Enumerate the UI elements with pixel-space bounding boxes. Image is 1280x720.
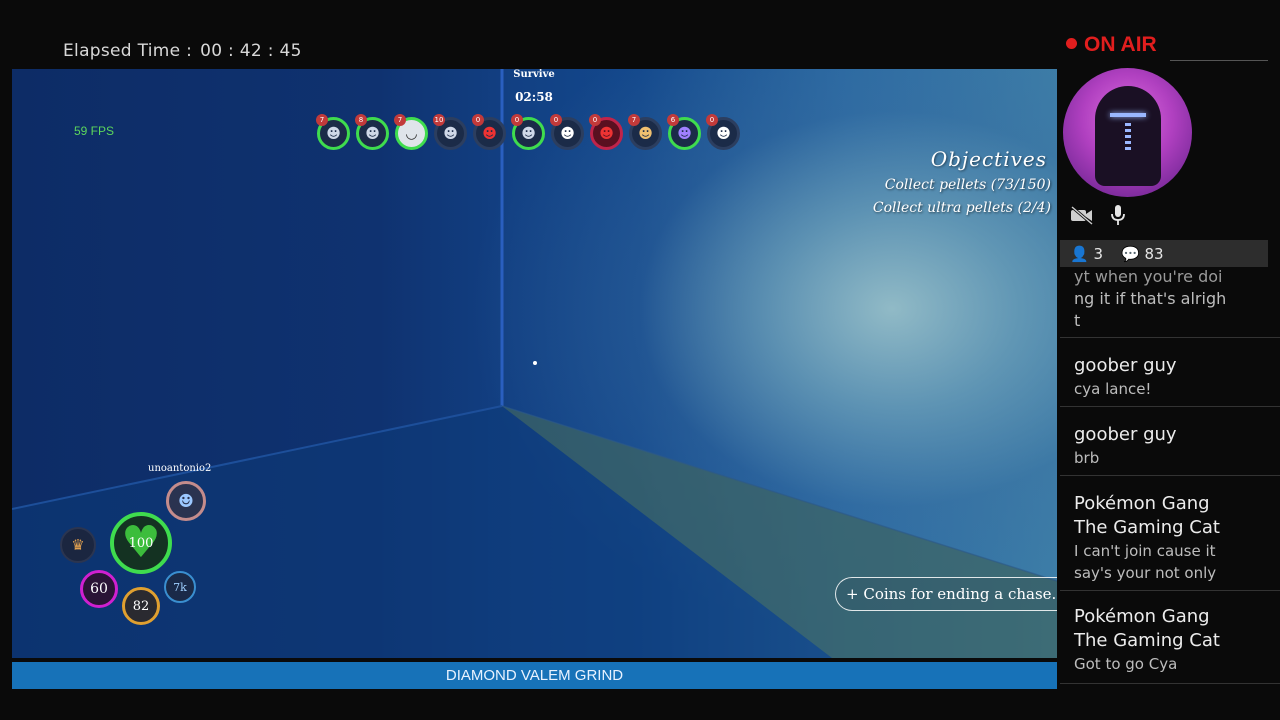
coins-toast: + Coins for ending a chase.	[835, 577, 1057, 611]
player-avatar: ☻ 8	[355, 114, 389, 150]
visor-glow	[1110, 113, 1146, 117]
chat-message: goober guy cya lance!	[1060, 338, 1280, 407]
player-avatar: ☻ 7	[316, 114, 350, 150]
elapsed-time-label: Elapsed Time :	[63, 41, 193, 61]
chat-message: yt when you're doi ng it if that's alrig…	[1060, 268, 1280, 338]
player-avatar: ☻ 6	[667, 114, 701, 150]
player-level-badge: 0	[550, 114, 562, 126]
player-level-badge: 10	[433, 114, 445, 126]
chat-text: t	[1074, 311, 1081, 330]
stream-stats: 👤 3 💬 83	[1060, 240, 1268, 267]
comment-count-value: 83	[1144, 244, 1164, 263]
crown-icon: ♛	[60, 527, 96, 563]
player-avatar: ☻ 0	[589, 114, 623, 150]
on-air-indicator: ON AIR	[1066, 33, 1157, 57]
player-level-badge: 6	[667, 114, 679, 126]
chat-text: I can't join cause it	[1074, 542, 1216, 560]
player-level-badge: 7	[628, 114, 640, 126]
player-level-badge: 0	[511, 114, 523, 126]
person-icon: 👤	[1070, 244, 1089, 263]
player-avatar: ◡ 7	[394, 114, 428, 150]
fps-counter: 59 FPS	[74, 124, 115, 138]
streamer-avatar	[1063, 68, 1192, 197]
chat-text: say's your not only	[1074, 564, 1217, 582]
player-level-badge: 0	[589, 114, 601, 126]
broadcast-sidebar: ON AIR 👤 3 💬 83 yt when you're doi ng it…	[1060, 0, 1280, 720]
microphone-icon[interactable]	[1110, 204, 1126, 226]
player-level-badge: 7	[316, 114, 328, 126]
player-level-badge: 7	[394, 114, 406, 126]
chat-text: cya lance!	[1074, 380, 1152, 398]
energy-value: 82	[132, 598, 150, 614]
player-level-badge: 0	[472, 114, 484, 126]
elapsed-time: Elapsed Time : 00 : 42 : 45	[63, 41, 302, 61]
stamina-stat: 60	[80, 570, 118, 608]
player-avatar: ☻ 0	[550, 114, 584, 150]
player-avatar: ☻ 0	[472, 114, 506, 150]
chat-username: goober guy	[1074, 424, 1177, 445]
chat-message: Pokémon Gang The Gaming Cat I can't join…	[1060, 476, 1280, 591]
player-list: ☻ 7 ☻ 8 ◡ 7 ☻ 10 ☻ 0 ☻ 0 ☻ 0 ☻ 0 ☻ 7 ☻ 6 ☻ 0	[316, 114, 740, 150]
chat-username: Pokémon Gang The Gaming Cat	[1074, 493, 1220, 538]
player-avatar: ☻ 0	[511, 114, 545, 150]
chat-username: Pokémon Gang The Gaming Cat	[1074, 606, 1220, 651]
character-portrait: ☻	[166, 481, 206, 521]
stamina-value: 60	[90, 581, 108, 597]
game-viewport[interactable]: 59 FPS Survive 02:58 ☻ 7 ☻ 8 ◡ 7 ☻ 10 ☻ 0 ☻ 0 …	[12, 69, 1057, 658]
round-timer: 02:58	[515, 90, 553, 104]
chat-text: yt when you're doi	[1074, 268, 1223, 286]
chat-text: Got to go Cya	[1074, 655, 1178, 673]
ability-stat: 7k	[164, 571, 196, 603]
chat-feed[interactable]: yt when you're doi ng it if that's alrig…	[1060, 268, 1280, 688]
crosshair	[533, 361, 537, 365]
chat-text: ng it if that's alrigh	[1074, 289, 1227, 308]
mode-label: Survive	[513, 69, 555, 80]
health-value: 100	[128, 535, 154, 551]
viewer-count: 👤 3	[1070, 245, 1103, 263]
energy-stat: 82	[122, 587, 160, 625]
health-heart: ♥ 100	[110, 512, 172, 574]
player-username: unoantonio2	[148, 463, 212, 474]
objectives-title: Objectives	[930, 147, 1047, 171]
stream-title-banner: DIAMOND VALEM GRIND	[12, 662, 1057, 689]
player-avatar: ☻ 10	[433, 114, 467, 150]
camera-off-icon[interactable]	[1070, 205, 1094, 225]
on-air-label: ON AIR	[1084, 33, 1157, 56]
speech-bubble-icon: 💬	[1121, 244, 1140, 263]
chat-message: goober guy brb	[1060, 407, 1280, 476]
chat-text: brb	[1074, 449, 1100, 467]
objective-item: Collect ultra pellets (2/4)	[872, 200, 1051, 216]
player-level-badge: 8	[355, 114, 367, 126]
player-avatar: ☻ 7	[628, 114, 662, 150]
player-level-badge: 0	[706, 114, 718, 126]
media-controls	[1070, 204, 1126, 226]
live-dot-icon	[1066, 38, 1077, 49]
objective-item: Collect pellets (73/150)	[884, 177, 1051, 193]
comment-count: 💬 83	[1121, 245, 1164, 263]
player-avatar: ☻ 0	[706, 114, 740, 150]
viewer-count-value: 3	[1093, 244, 1104, 263]
visor-stripe	[1125, 123, 1131, 153]
divider	[1170, 60, 1268, 61]
ability-value: 7k	[173, 580, 187, 594]
chat-message: Pokémon Gang The Gaming Cat Got to go Cy…	[1060, 591, 1280, 684]
chat-username: goober guy	[1074, 355, 1177, 376]
elapsed-time-value: 00 : 42 : 45	[200, 41, 302, 61]
